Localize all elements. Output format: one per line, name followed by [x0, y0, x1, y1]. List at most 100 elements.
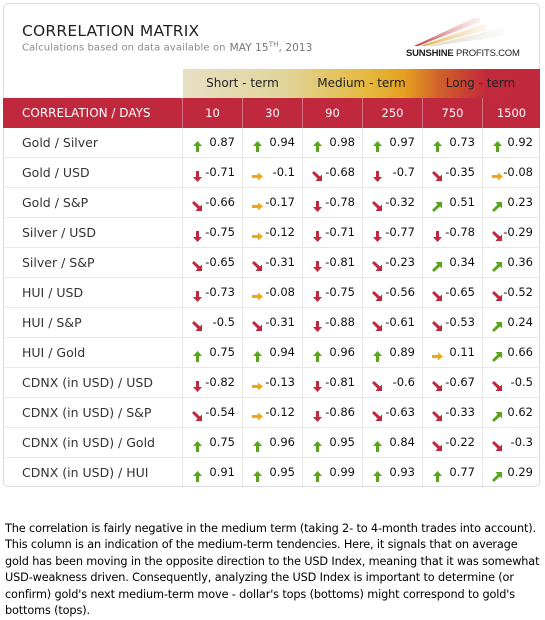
arrow-down-right-icon — [432, 377, 443, 391]
term-long: Long - term — [445, 76, 516, 90]
correlation-cell-1500: 0.23 — [483, 188, 540, 217]
correlation-value: 0.75 — [209, 345, 235, 359]
correlation-value: -0.31 — [265, 255, 295, 269]
arrow-down-icon — [372, 227, 383, 242]
arrow-up-right-icon — [432, 197, 443, 212]
arrow-up-right-icon — [492, 257, 503, 272]
arrow-up-icon — [192, 347, 203, 362]
arrow-down-right-icon — [432, 287, 443, 301]
column-header-1500: 1500 — [496, 106, 527, 120]
correlation-cell-1500: 0.66 — [483, 338, 540, 367]
correlation-cell-30: -0.12 — [243, 218, 303, 247]
correlation-value: 0.34 — [449, 255, 475, 269]
arrow-right-icon — [432, 347, 443, 361]
arrow-down-icon — [372, 167, 383, 182]
correlation-value: 0.96 — [329, 345, 355, 359]
correlation-cell-30: 0.94 — [243, 128, 303, 157]
correlation-value: -0.75 — [325, 285, 355, 299]
row-label: HUI / S&P — [3, 308, 183, 337]
correlation-value: 0.94 — [269, 135, 295, 149]
sunshine-profits-logo[interactable]: SUNSHINE PROFITS.COM — [404, 14, 534, 60]
row-label: Gold / Silver — [3, 128, 183, 157]
correlation-value: -0.1 — [272, 165, 295, 179]
arrow-down-icon — [312, 227, 323, 242]
correlation-value: 0.95 — [329, 435, 355, 449]
correlation-value: -0.31 — [265, 315, 295, 329]
arrow-down-right-icon — [372, 287, 383, 301]
row-label: Silver / USD — [3, 218, 183, 247]
arrow-up-right-icon — [432, 257, 443, 272]
arrow-down-icon — [312, 257, 323, 272]
table-row: HUI / S&P -0.5 -0.31 -0.88 -0.61 -0.53 0.24 — [3, 308, 540, 338]
column-header-90: 90 — [303, 98, 363, 128]
correlation-value: 0.84 — [389, 435, 415, 449]
correlation-value: 0.87 — [209, 135, 235, 149]
page-title: CORRELATION MATRIX — [22, 22, 200, 40]
table-row: Silver / USD -0.75 -0.12 -0.71 -0.77 -0.78 -0.… — [3, 218, 540, 248]
table-row: CDNX (in USD) / S&P -0.54 -0.12 -0.86 -0.63 -… — [3, 398, 540, 428]
arrow-right-icon — [252, 407, 263, 421]
data-date: MAY 15TH, 2013 — [230, 40, 313, 54]
correlation-cell-250: -0.61 — [363, 308, 423, 337]
table-row: Silver / S&P -0.65 -0.31 -0.81 -0.23 0.34 0.36 — [3, 248, 540, 278]
arrow-down-icon — [312, 407, 323, 422]
arrow-down-icon — [312, 377, 323, 392]
correlation-value: -0.13 — [265, 375, 295, 389]
arrow-up-icon — [432, 467, 443, 482]
correlation-cell-10: -0.71 — [183, 158, 243, 187]
correlation-value: -0.68 — [325, 165, 355, 179]
correlation-cell-250: -0.63 — [363, 398, 423, 427]
correlation-cell-250: -0.56 — [363, 278, 423, 307]
correlation-cell-10: -0.82 — [183, 368, 243, 397]
correlation-cell-1500: -0.5 — [483, 368, 540, 397]
correlation-value: -0.22 — [445, 435, 475, 449]
column-header-30: 30 — [243, 98, 303, 128]
arrow-up-right-icon — [492, 407, 503, 422]
row-label: CDNX (in USD) / S&P — [3, 398, 183, 427]
correlation-value: -0.77 — [385, 225, 415, 239]
correlation-value: -0.67 — [445, 375, 475, 389]
arrow-down-icon — [312, 317, 323, 332]
arrow-up-icon — [312, 437, 323, 452]
correlation-value: 0.94 — [269, 345, 295, 359]
correlation-value: 0.97 — [389, 135, 415, 149]
correlation-cell-10: 0.75 — [183, 338, 243, 367]
arrow-up-right-icon — [492, 347, 503, 362]
correlation-value: -0.6 — [392, 375, 415, 389]
arrow-down-right-icon — [372, 377, 383, 391]
correlation-cell-10: 0.87 — [183, 128, 243, 157]
correlation-value: -0.78 — [325, 195, 355, 209]
correlation-value: 0.24 — [507, 315, 533, 329]
correlation-cell-750: 0.34 — [423, 248, 483, 277]
correlation-value: 0.77 — [449, 465, 475, 479]
correlation-value: 0.36 — [507, 255, 533, 269]
correlation-value: -0.17 — [265, 195, 295, 209]
arrow-down-right-icon — [192, 317, 203, 331]
correlation-cell-30: -0.12 — [243, 398, 303, 427]
arrow-down-right-icon — [492, 377, 503, 391]
correlation-cell-10: -0.75 — [183, 218, 243, 247]
correlation-value: -0.73 — [205, 285, 235, 299]
correlation-value: -0.81 — [325, 375, 355, 389]
row-label: HUI / USD — [3, 278, 183, 307]
correlation-value: -0.65 — [445, 285, 475, 299]
correlation-cell-30: -0.08 — [243, 278, 303, 307]
correlation-value: -0.3 — [510, 435, 533, 449]
table-body: Gold / Silver 0.87 0.94 0.98 0.97 0.73 0.92 Gol… — [3, 128, 540, 488]
term-short: Short - term — [206, 76, 279, 90]
correlation-value: -0.75 — [205, 225, 235, 239]
row-label: CDNX (in USD) / USD — [3, 368, 183, 397]
row-label: CDNX (in USD) / Gold — [3, 428, 183, 457]
correlation-cell-250: 0.93 — [363, 458, 423, 488]
table-row: HUI / Gold 0.75 0.94 0.96 0.89 0.11 0.66 — [3, 338, 540, 368]
correlation-cell-10: -0.65 — [183, 248, 243, 277]
arrow-up-icon — [252, 467, 263, 482]
table-row: Gold / S&P -0.66 -0.17 -0.78 -0.32 0.51 0.23 — [3, 188, 540, 218]
arrow-up-icon — [192, 437, 203, 452]
correlation-cell-750: -0.67 — [423, 368, 483, 397]
correlation-value: 0.89 — [389, 345, 415, 359]
correlation-cell-90: -0.71 — [303, 218, 363, 247]
correlation-value: 0.73 — [449, 135, 475, 149]
correlation-cell-90: 0.99 — [303, 458, 363, 488]
correlation-cell-30: -0.1 — [243, 158, 303, 187]
